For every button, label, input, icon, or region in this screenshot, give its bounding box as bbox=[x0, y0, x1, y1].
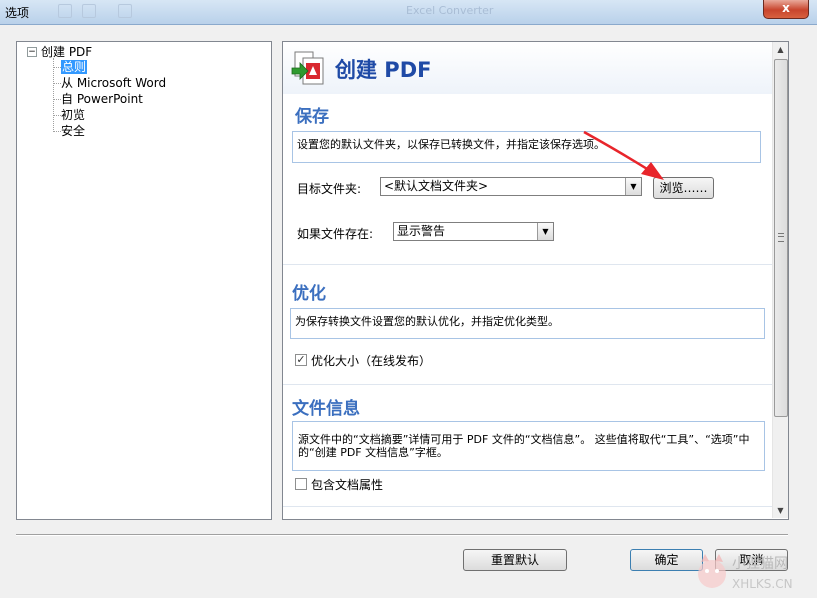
section-divider bbox=[283, 264, 773, 265]
title-bar: 选项 Excel Converter x bbox=[0, 0, 817, 25]
window-title: 选项 bbox=[5, 6, 30, 20]
quick-access-icon bbox=[58, 4, 72, 18]
options-tree[interactable]: − 创建 PDF 总则 从 Microsoft Word 自 PowerPoin… bbox=[16, 41, 272, 520]
section-divider bbox=[283, 506, 773, 507]
chevron-down-icon[interactable]: ▼ bbox=[537, 223, 553, 240]
include-properties-checkbox[interactable] bbox=[295, 478, 307, 490]
scroll-down-icon[interactable]: ▼ bbox=[773, 503, 788, 518]
section-divider bbox=[283, 384, 773, 385]
collapse-icon[interactable]: − bbox=[27, 47, 37, 57]
chevron-down-icon[interactable]: ▼ bbox=[625, 178, 641, 195]
if-file-exists-label: 如果文件存在: bbox=[297, 227, 374, 241]
svg-text:XHLKS.CN: XHLKS.CN bbox=[732, 577, 793, 591]
tree-root-create-pdf[interactable]: 创建 PDF bbox=[41, 45, 92, 59]
optimize-size-checkbox[interactable]: ✓ bbox=[295, 354, 307, 366]
bottom-separator bbox=[16, 534, 788, 536]
close-button[interactable]: x bbox=[763, 0, 809, 19]
reset-defaults-button[interactable]: 重置默认 bbox=[463, 549, 567, 571]
tree-item-from-word[interactable]: 从 Microsoft Word bbox=[61, 76, 166, 90]
page-title: 创建 PDF bbox=[335, 58, 432, 82]
docinfo-section-title: 文件信息 bbox=[292, 399, 360, 419]
scroll-up-icon[interactable]: ▲ bbox=[773, 42, 788, 57]
optimize-section-title: 优化 bbox=[292, 284, 326, 304]
browse-button[interactable]: 浏览…… bbox=[653, 177, 714, 199]
scroll-thumb[interactable] bbox=[774, 59, 788, 417]
target-folder-select[interactable]: <默认文档文件夹> ▼ bbox=[380, 177, 642, 196]
tree-item-preview[interactable]: 初览 bbox=[61, 108, 85, 122]
redo-icon bbox=[118, 4, 132, 18]
settings-panel: 创建 PDF 保存 设置您的默认文件夹，以保存已转换文件，并指定该保存选项。 目… bbox=[282, 41, 789, 520]
target-folder-label: 目标文件夹: bbox=[297, 182, 362, 196]
content-scrollbar[interactable]: ▲ ▼ bbox=[772, 42, 788, 518]
docinfo-description: 源文件中的“文档摘要”详情可用于 PDF 文件的“文档信息”。 这些值将取代“工… bbox=[292, 421, 765, 471]
site-watermark-logo: 小狸猫网 XHLKS.CN bbox=[698, 554, 793, 591]
save-section-title: 保存 bbox=[295, 107, 329, 127]
background-window-title: Excel Converter bbox=[406, 4, 494, 17]
svg-text:小狸猫网: 小狸猫网 bbox=[732, 556, 788, 572]
tree-item-general[interactable]: 总则 bbox=[61, 60, 88, 74]
if-file-exists-select[interactable]: 显示警告 ▼ bbox=[393, 222, 554, 241]
tree-item-from-powerpoint[interactable]: 自 PowerPoint bbox=[61, 92, 143, 106]
create-pdf-icon bbox=[291, 51, 324, 85]
panel-header: 创建 PDF bbox=[283, 42, 773, 94]
tree-item-security[interactable]: 安全 bbox=[61, 124, 85, 138]
save-description: 设置您的默认文件夹，以保存已转换文件，并指定该保存选项。 bbox=[292, 131, 761, 163]
optimize-size-label[interactable]: 优化大小（在线发布） bbox=[311, 352, 431, 369]
optimize-description: 为保存转换文件设置您的默认优化，并指定优化类型。 bbox=[290, 308, 765, 339]
undo-icon bbox=[82, 4, 96, 18]
include-properties-label[interactable]: 包含文档属性 bbox=[311, 476, 383, 493]
